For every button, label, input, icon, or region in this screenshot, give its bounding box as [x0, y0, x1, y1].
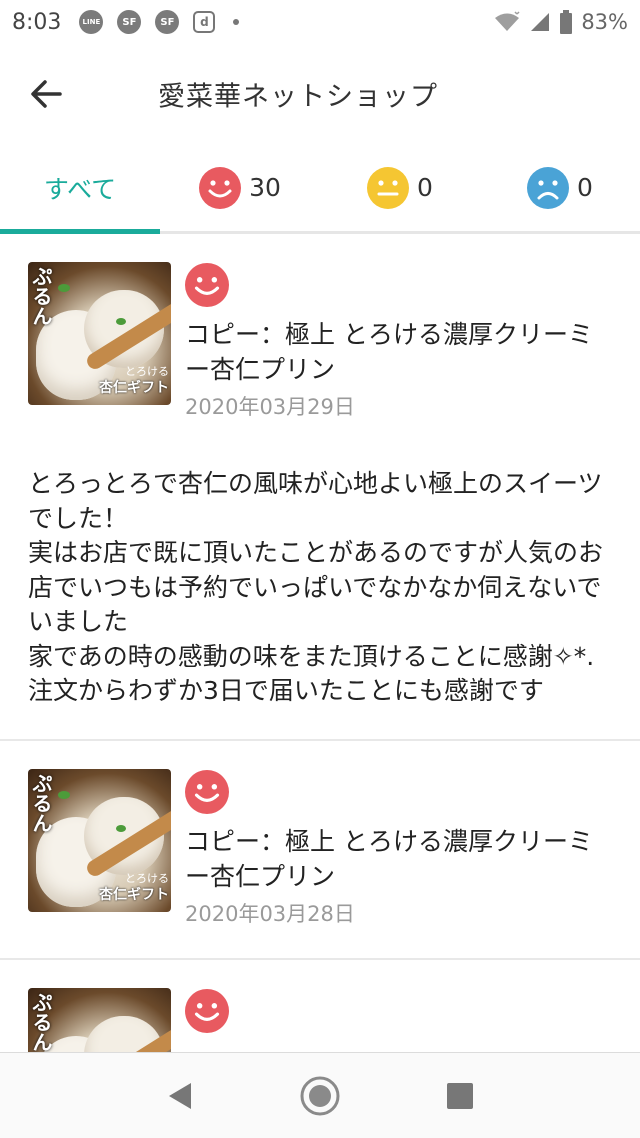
circle-home-icon	[300, 1076, 340, 1115]
happy-face-icon	[199, 166, 242, 209]
product-thumbnail[interactable]: ぷるん とろける 杏仁ギフト	[28, 262, 171, 405]
tab-sad[interactable]: 0	[480, 144, 640, 231]
neutral-face-icon	[367, 166, 410, 209]
nav-back-button[interactable]	[155, 1071, 205, 1121]
sf-icon: SF	[117, 10, 142, 34]
happy-face-icon	[185, 769, 229, 814]
thumbnail-caption: ぷるん	[29, 991, 53, 1052]
app-bar: 愛菜華ネットショップ	[0, 44, 640, 144]
signal-icon	[531, 13, 550, 31]
tab-all[interactable]: すべて	[0, 144, 160, 234]
tab-all-label: すべて	[43, 174, 117, 204]
tab-sad-count: 0	[577, 173, 593, 202]
review-list: ぷるん とろける 杏仁ギフト コピー：極上 とろける濃厚クリーミー杏仁プリン 2…	[0, 234, 640, 1138]
sad-face-icon	[527, 166, 570, 209]
product-thumbnail[interactable]: ぷるん とろける 杏仁ギフト	[28, 768, 171, 912]
happy-face-icon	[185, 988, 229, 1033]
status-right: 83%	[493, 10, 628, 34]
thumbnail-label: 杏仁ギフト	[99, 886, 169, 903]
product-name[interactable]: コピー：極上 とろける濃厚クリーミー杏仁プリン	[185, 824, 612, 894]
happy-face-icon	[185, 263, 229, 307]
system-nav-bar	[0, 1052, 640, 1138]
review-date: 2020年03月29日	[185, 395, 355, 419]
review-header: ぷるん とろける 杏仁ギフト コピー：極上 とろける濃厚クリーミー杏仁プリン 2…	[28, 262, 612, 421]
rating-filter-tabs: すべて 30 0 0	[0, 144, 640, 234]
mint-leaf-shape	[116, 318, 126, 325]
review-info: コピー：極上 とろける濃厚クリーミー杏仁プリン 2020年03月29日	[185, 262, 612, 421]
thumbnail-label: 杏仁ギフト	[99, 380, 169, 396]
tab-neutral[interactable]: 0	[320, 144, 480, 231]
tab-happy-count: 30	[249, 173, 281, 202]
square-recents-icon	[447, 1082, 473, 1109]
thumbnail-caption: ぷるん	[29, 772, 53, 833]
page-title: 愛菜華ネットショップ	[158, 81, 438, 113]
review-info: コピー：極上 とろける濃厚クリーミー杏仁プリン 2020年03月28日	[185, 769, 612, 928]
tab-happy[interactable]: 30	[160, 144, 320, 231]
back-button[interactable]	[16, 64, 76, 124]
line-icon: LINE	[79, 10, 104, 34]
nav-home-button[interactable]	[295, 1071, 345, 1121]
nav-recents-button[interactable]	[435, 1071, 485, 1121]
review-item[interactable]: ぷるん とろける 杏仁ギフト コピー：極上 とろける濃厚クリーミー杏仁プリン 2…	[0, 741, 640, 960]
status-time: 8:03	[12, 9, 62, 35]
review-text: とろっとろで杏仁の風味が心地よい極上のスイーツでした！ 実はお店で既に頂いたこと…	[28, 469, 604, 705]
tab-neutral-count: 0	[417, 173, 433, 202]
battery-icon	[560, 10, 573, 34]
mint-leaf-shape	[58, 284, 70, 292]
sf-icon: SF	[155, 10, 180, 34]
mint-leaf-shape	[58, 790, 70, 799]
mint-leaf-shape	[116, 824, 126, 832]
review-item[interactable]: ぷるん とろける 杏仁ギフト コピー：極上 とろける濃厚クリーミー杏仁プリン 2…	[0, 234, 640, 741]
product-name[interactable]: コピー：極上 とろける濃厚クリーミー杏仁プリン	[185, 317, 612, 387]
battery-percent: 83%	[581, 10, 628, 34]
triangle-back-icon	[169, 1082, 191, 1109]
arrow-back-icon	[31, 80, 62, 108]
review-date: 2020年03月28日	[185, 901, 355, 926]
review-header: ぷるん とろける 杏仁ギフト コピー：極上 とろける濃厚クリーミー杏仁プリン 2…	[28, 768, 612, 928]
status-left: 8:03 LINE SF SF d	[12, 9, 240, 35]
status-bar: 8:03 LINE SF SF d 83%	[0, 0, 640, 44]
thumbnail-caption: ぷるん	[29, 266, 53, 326]
more-notifications-dot	[233, 19, 240, 25]
d-app-icon: d	[193, 11, 216, 33]
screen: 8:03 LINE SF SF d 83% 愛菜華ネットショップ すべて 30 …	[0, 0, 640, 1138]
wifi-icon	[495, 11, 520, 31]
